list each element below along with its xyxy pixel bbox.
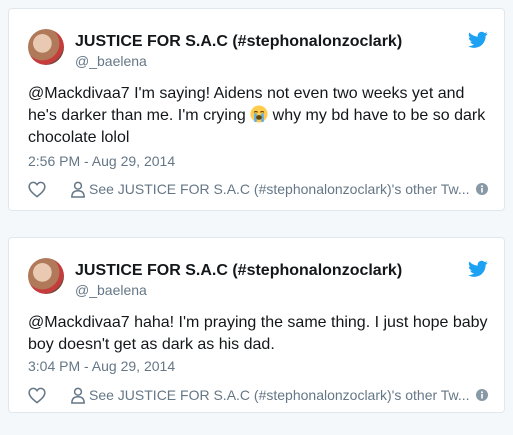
twitter-bird-icon[interactable] — [468, 260, 488, 278]
loudly-crying-face-emoji — [250, 105, 268, 123]
display-name[interactable]: JUSTICE FOR S.A.C (#stephonalonzoclark) — [75, 262, 402, 280]
user-handle[interactable]: @_baelena — [75, 53, 147, 69]
user-handle[interactable]: @_baelena — [75, 282, 147, 298]
avatar[interactable] — [28, 29, 64, 65]
display-name[interactable]: JUSTICE FOR S.A.C (#stephonalonzoclark) — [75, 33, 402, 51]
tweet-card[interactable]: JUSTICE FOR S.A.C (#stephonalonzoclark) … — [8, 8, 505, 211]
timestamp-link[interactable]: 3:04 PM - Aug 29, 2014 — [28, 358, 175, 374]
timestamp-link[interactable]: 2:56 PM - Aug 29, 2014 — [28, 153, 175, 169]
see-other-tweets-link[interactable]: See JUSTICE FOR S.A.C (#stephonalonzocla… — [89, 387, 470, 403]
heart-icon[interactable] — [28, 181, 46, 198]
heart-icon[interactable] — [28, 387, 46, 404]
person-icon[interactable] — [70, 181, 86, 198]
info-icon[interactable] — [476, 389, 488, 401]
see-other-tweets-link[interactable]: See JUSTICE FOR S.A.C (#stephonalonzocla… — [89, 181, 470, 197]
twitter-bird-icon[interactable] — [468, 31, 488, 49]
person-icon[interactable] — [70, 387, 86, 404]
avatar[interactable] — [28, 258, 64, 294]
tweet-text: @Mackdivaa7 haha! I'm praying the same t… — [28, 314, 488, 353]
tweet-actions: See JUSTICE FOR S.A.C (#stephonalonzocla… — [28, 180, 488, 200]
tweet-actions: See JUSTICE FOR S.A.C (#stephonalonzocla… — [28, 386, 488, 406]
info-icon[interactable] — [476, 183, 488, 195]
tweet-text: @Mackdivaa7 I'm saying! Aidens not even … — [28, 83, 488, 149]
tweet-card[interactable]: JUSTICE FOR S.A.C (#stephonalonzoclark) … — [8, 237, 505, 413]
